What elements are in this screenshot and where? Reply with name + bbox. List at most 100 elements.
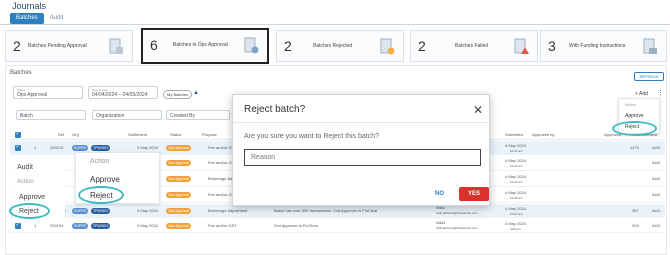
card-count: 3 xyxy=(548,38,556,54)
card-label: Batches Failed xyxy=(455,43,489,49)
yes-button[interactable]: YES xyxy=(459,187,489,201)
no-button[interactable]: NO xyxy=(435,191,444,197)
card-rejected[interactable]: 2 Batches Rejected xyxy=(276,30,404,62)
col-settlement: Settlement xyxy=(128,132,148,137)
card-label: Batches Pending Approval xyxy=(28,43,87,49)
col-ref: Ref xyxy=(58,132,65,137)
card-label: With Funding Instructions xyxy=(569,43,626,49)
gear-document-icon xyxy=(244,37,259,54)
card-count: 2 xyxy=(284,38,292,54)
status-badge: Ops Approval xyxy=(166,145,192,151)
row-checkbox[interactable] xyxy=(15,222,21,229)
row-time: 10:07 am xyxy=(510,212,523,216)
row-number: 1 xyxy=(34,145,37,150)
approve-menu-item[interactable]: Approve xyxy=(90,175,120,184)
row-currency: AUD xyxy=(652,223,661,228)
org-code-badge: TPWIDEJ xyxy=(91,208,111,214)
card-failed[interactable]: 2 Batches Failed xyxy=(410,30,538,62)
col-approved-by: Approved by xyxy=(532,132,555,137)
dialog-divider xyxy=(233,122,489,123)
more-options-icon[interactable]: ⋮ xyxy=(657,89,664,97)
row-checkbox[interactable] xyxy=(15,144,21,151)
reject-batch-dialog: Reject batch? ✕ Are you sure you want to… xyxy=(232,94,490,206)
row-submitted: 4 May 2024 xyxy=(505,190,526,195)
action-heading: Action xyxy=(625,102,637,107)
batch-filter-input[interactable]: Batch xyxy=(16,110,86,120)
org-badge: SUPER xyxy=(72,223,89,229)
add-button[interactable]: + Add xyxy=(635,91,648,97)
tab-audit[interactable]: Audit xyxy=(44,13,70,24)
card-funding-instructions[interactable]: 3 With Funding Instructions xyxy=(540,30,667,62)
row-email: nikki.gibbons@finclearmfs.com xyxy=(436,211,478,215)
row-submitted: 4 May 2024 xyxy=(505,174,526,179)
row-submitted: 4 May 2024 xyxy=(505,206,526,211)
row-user: Nikki xyxy=(436,220,445,225)
status-badge: Ops Approval xyxy=(166,192,192,198)
section-title: Batches xyxy=(10,70,32,76)
row-settlement: 3 May 2024 xyxy=(137,208,158,213)
org-badge: SUPER xyxy=(72,145,89,151)
audit-label[interactable]: Audit xyxy=(17,164,33,171)
highlight-ring xyxy=(78,186,124,204)
row-currency: AUD xyxy=(652,145,661,150)
highlight-ring xyxy=(9,203,50,219)
refresh-button[interactable]: REFRESH xyxy=(634,72,664,81)
date-range-field[interactable]: Date Range 04/04/2024 – 04/05/2024 xyxy=(88,86,158,99)
status-badge: Ops Approval xyxy=(166,223,192,229)
row-approved: 200 xyxy=(632,223,639,228)
row-approved: 1475 xyxy=(630,145,639,150)
card-count: 2 xyxy=(418,38,426,54)
row-purpose: Fee and/or GST xyxy=(208,223,237,228)
card-label: Batches in Ops Approval xyxy=(173,42,228,48)
row-submitted: 4 May 2024 xyxy=(505,158,526,163)
warning-icon xyxy=(514,38,529,54)
approve-option[interactable]: Approve xyxy=(19,194,45,201)
close-icon[interactable]: ✕ xyxy=(473,103,483,117)
row-currency: AUD xyxy=(652,176,661,181)
dialog-title: Reject batch? xyxy=(244,104,306,115)
status-value: Ops Approval xyxy=(17,92,48,98)
row-ref: 200213 xyxy=(50,145,64,150)
card-label: Batches Rejected xyxy=(313,43,353,49)
document-icon xyxy=(109,38,123,54)
highlight-ring xyxy=(612,121,657,136)
my-batches-chip[interactable]: My Batches xyxy=(163,90,192,99)
chevron-up-icon[interactable]: ▲ xyxy=(193,90,199,96)
approve-menu-item[interactable]: Approve xyxy=(625,113,644,119)
date-value: 04/04/2024 – 04/05/2024 xyxy=(92,92,148,98)
action-heading: Action xyxy=(90,158,110,165)
row-time: 10:23 am xyxy=(510,180,523,184)
row-ref: 200204 xyxy=(50,223,64,228)
summary-cards: 2 Batches Pending Approval 6 Batches in … xyxy=(5,28,667,64)
batch-placeholder: Batch xyxy=(20,113,33,119)
status-badge: Ops Approval xyxy=(166,176,192,182)
row-currency: AUD xyxy=(652,192,661,197)
row-time: 4:23 pm xyxy=(510,227,521,231)
col-purpose: Purpose xyxy=(202,132,217,137)
row-settlement: 4 May 2024 xyxy=(137,145,158,150)
table-row[interactable]: 5 SUPER TPWIDEJ 3 May 2024 Ops Approval … xyxy=(10,204,665,218)
row-approved: 357 xyxy=(632,208,639,213)
reason-input[interactable] xyxy=(244,149,481,166)
select-all-checkbox[interactable] xyxy=(15,131,21,138)
organization-filter-input[interactable]: Organization xyxy=(92,110,162,120)
card-pending-approval[interactable]: 2 Batches Pending Approval xyxy=(5,30,133,62)
col-status: Status xyxy=(170,132,182,137)
status-select[interactable]: Status Ops Approval xyxy=(13,86,83,99)
created-by-filter-input[interactable]: Created By xyxy=(166,110,230,120)
row-submitted: 4 May 2024 xyxy=(505,221,526,226)
rejected-document-icon xyxy=(380,38,395,55)
table-row[interactable]: 1 200204 SUPER TPWIDEJ 3 May 2024 Ops Ap… xyxy=(10,219,665,233)
row-note: 2nd Approver is FinClear xyxy=(274,223,319,228)
card-ops-approval[interactable]: 6 Batches in Ops Approval xyxy=(141,28,269,64)
row-note: Batch has over 500 transactions. 2nd App… xyxy=(274,208,378,213)
row-submitted: 4 May 2024 xyxy=(505,143,526,148)
tab-batches[interactable]: Batches xyxy=(10,13,44,24)
row-time: 10:23 am xyxy=(510,164,523,168)
tab-divider xyxy=(0,24,670,25)
row-purpose: Brokerage Adjustment xyxy=(208,208,248,213)
card-count: 2 xyxy=(13,38,21,54)
row-currency: AUD xyxy=(652,208,661,213)
org-code-badge: TPWIDEJ xyxy=(91,145,111,151)
row-settlement: 3 May 2024 xyxy=(137,223,158,228)
